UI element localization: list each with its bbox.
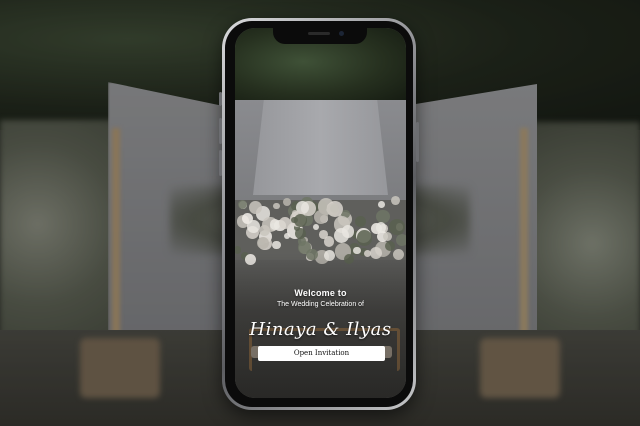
flower-bloom: [376, 209, 390, 224]
flower-bloom: [389, 218, 406, 235]
flower-bloom: [319, 230, 328, 239]
phone-volume-down-button: [219, 150, 222, 176]
flower-bloom: [284, 232, 291, 240]
flower-bloom: [396, 234, 406, 247]
welcome-text: Welcome to: [294, 288, 347, 298]
flower-bloom: [382, 231, 393, 242]
phone-speaker: [308, 32, 330, 35]
flower-bloom: [326, 203, 339, 216]
couple-names: Hinaya & Ilyas: [249, 319, 392, 340]
flower-bloom: [294, 213, 308, 227]
flower-bloom: [258, 224, 270, 237]
flower-bloom: [314, 209, 329, 224]
flower-bloom: [273, 203, 280, 210]
flower-bloom: [272, 240, 281, 250]
flower-bloom: [356, 230, 373, 246]
flower-bloom: [283, 197, 292, 206]
screen-drape: [253, 100, 388, 195]
flower-bloom: [313, 223, 320, 230]
phone-notch: [273, 28, 367, 44]
phone-camera: [339, 31, 344, 36]
phone-power-button: [416, 122, 419, 162]
open-invitation-button[interactable]: Open Invitation: [258, 346, 385, 361]
phone-screen: Welcome to The Wedding Celebration of Hi…: [235, 28, 406, 398]
phone-silent-switch: [219, 92, 222, 106]
flower-bloom: [354, 216, 366, 228]
celebration-subtitle: The Wedding Celebration of: [276, 301, 365, 308]
flower-bloom: [390, 196, 400, 206]
phone-volume-up-button: [219, 118, 222, 144]
flower-bloom: [378, 200, 386, 208]
